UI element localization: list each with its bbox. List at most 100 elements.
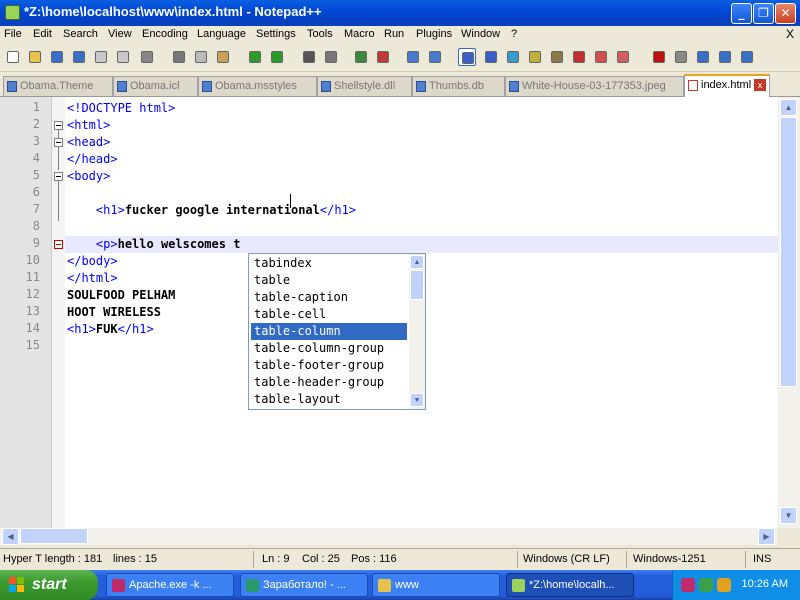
menu-help[interactable]: ? [511, 28, 517, 40]
autocomplete-item[interactable]: table-footer-group [251, 357, 407, 374]
menu-file[interactable]: File [4, 28, 22, 40]
code-line[interactable]: HOOT WIRELESS [67, 304, 161, 321]
tab-thumbs-db[interactable]: Thumbs.db [412, 76, 505, 96]
menu-language[interactable]: Language [197, 28, 246, 40]
code-line[interactable]: <html> [67, 117, 110, 134]
indent-guide-icon[interactable] [504, 48, 522, 66]
code-line[interactable]: </head> [67, 151, 118, 168]
close-icon[interactable] [92, 48, 110, 66]
taskbar-button[interactable]: Apache.exe -k ... [106, 573, 234, 597]
play-macro-icon[interactable] [694, 48, 712, 66]
tray-app-icon[interactable] [681, 578, 695, 592]
code-line[interactable]: <h1>FUK</h1> [67, 321, 154, 338]
tray-search-icon[interactable] [717, 578, 731, 592]
tab-close-icon[interactable]: x [754, 79, 766, 91]
scroll-down-arrow-icon[interactable]: ▼ [780, 507, 797, 524]
sync-vertical-icon[interactable] [404, 48, 422, 66]
scroll-down-arrow-icon[interactable]: ▼ [410, 393, 424, 407]
new-file-icon[interactable] [4, 48, 22, 66]
fold-toggle-icon[interactable] [54, 138, 63, 147]
tab-obama-theme[interactable]: Obama.Theme [3, 76, 113, 96]
menu-search[interactable]: Search [63, 28, 98, 40]
menu-window[interactable]: Window [461, 28, 500, 40]
menu-view[interactable]: View [108, 28, 132, 40]
user-lang-icon[interactable] [526, 48, 544, 66]
scroll-up-arrow-icon[interactable]: ▲ [780, 99, 797, 116]
autocomplete-popup[interactable]: tabindex table table-caption table-cell tabl… [248, 253, 426, 410]
fold-toggle-icon[interactable] [54, 240, 63, 249]
redo-icon[interactable] [268, 48, 286, 66]
open-file-icon[interactable] [26, 48, 44, 66]
autocomplete-item[interactable]: table-layout [251, 391, 407, 408]
scroll-right-arrow-icon[interactable]: ▶ [758, 528, 775, 545]
start-button[interactable]: start [0, 570, 98, 600]
taskbar-button[interactable]: www [372, 573, 500, 597]
code-line[interactable]: <p>hello welscomes t [67, 236, 241, 253]
copy-icon[interactable] [192, 48, 210, 66]
menu-plugins[interactable]: Plugins [416, 28, 452, 40]
menu-macro[interactable]: Macro [344, 28, 375, 40]
scroll-thumb-horizontal[interactable] [20, 528, 88, 544]
tab-obama-msstyles[interactable]: Obama.msstyles [198, 76, 317, 96]
title-bar[interactable]: *Z:\home\localhost\www\index.html - Note… [0, 0, 800, 26]
autocomplete-item[interactable]: tabindex [251, 255, 407, 272]
fold-toggle-icon[interactable] [54, 172, 63, 181]
vertical-scrollbar[interactable]: ▲ ▼ [778, 97, 800, 528]
replace-icon[interactable] [322, 48, 340, 66]
zoom-out-icon[interactable] [374, 48, 392, 66]
code-line[interactable]: <!DOCTYPE html> [67, 100, 175, 117]
horizontal-scrollbar[interactable]: ◀ ▶ [0, 528, 778, 545]
find-icon[interactable] [300, 48, 318, 66]
doc-map-icon[interactable] [548, 48, 566, 66]
maximize-button[interactable]: ❐ [753, 3, 774, 24]
autocomplete-item[interactable]: table-column-group [251, 340, 407, 357]
zoom-in-icon[interactable] [352, 48, 370, 66]
code-line[interactable]: </html> [67, 270, 118, 287]
autocomplete-item[interactable]: table [251, 272, 407, 289]
autocomplete-item[interactable]: table-column [251, 323, 407, 340]
menu-settings[interactable]: Settings [256, 28, 296, 40]
stop-record-icon[interactable] [672, 48, 690, 66]
taskbar-button[interactable]: Заработало! - ... [240, 573, 368, 597]
minimize-button[interactable]: _ [731, 3, 752, 24]
menu-encoding[interactable]: Encoding [142, 28, 188, 40]
save-macro-icon[interactable] [738, 48, 756, 66]
autocomplete-item[interactable]: table-caption [251, 289, 407, 306]
folder-workspace-icon[interactable] [592, 48, 610, 66]
save-icon[interactable] [48, 48, 66, 66]
tray-network-icon[interactable] [699, 578, 713, 592]
monitor-icon[interactable] [614, 48, 632, 66]
autocomplete-item[interactable]: table-cell [251, 306, 407, 323]
scroll-thumb[interactable] [410, 270, 424, 300]
sync-horizontal-icon[interactable] [426, 48, 444, 66]
function-list-icon[interactable] [570, 48, 588, 66]
tab-index-html[interactable]: index.html x [684, 74, 770, 97]
scroll-up-arrow-icon[interactable]: ▲ [410, 255, 424, 269]
tab-white-house-03-177353-jpeg[interactable]: White-House-03-177353.jpeg [505, 76, 684, 96]
record-macro-icon[interactable] [650, 48, 668, 66]
taskbar-button[interactable]: *Z:\home\localh... [506, 573, 634, 597]
menu-tools[interactable]: Tools [307, 28, 333, 40]
save-all-icon[interactable] [70, 48, 88, 66]
scroll-left-arrow-icon[interactable]: ◀ [2, 528, 19, 545]
word-wrap-icon[interactable] [458, 48, 476, 66]
scroll-thumb[interactable] [780, 117, 797, 387]
code-line[interactable]: <h1>fucker google international</h1> [67, 202, 356, 219]
print-icon[interactable] [138, 48, 156, 66]
code-line[interactable]: </body> [67, 253, 118, 270]
code-line[interactable]: <head> [67, 134, 110, 151]
close-all-icon[interactable] [114, 48, 132, 66]
close-document-button[interactable]: X [786, 27, 794, 41]
menu-run[interactable]: Run [384, 28, 404, 40]
show-all-chars-icon[interactable] [482, 48, 500, 66]
paste-icon[interactable] [214, 48, 232, 66]
menu-edit[interactable]: Edit [33, 28, 52, 40]
run-macro-multiple-icon[interactable] [716, 48, 734, 66]
tab-shellstyle-dll[interactable]: Shellstyle.dll [317, 76, 412, 96]
undo-icon[interactable] [246, 48, 264, 66]
close-button[interactable]: ✕ [775, 3, 796, 24]
tab-obama-icl[interactable]: Obama.icl [113, 76, 198, 96]
autocomplete-item[interactable]: table-header-group [251, 374, 407, 391]
code-line[interactable]: <body> [67, 168, 110, 185]
autocomplete-scrollbar[interactable]: ▲ ▼ [409, 254, 425, 409]
